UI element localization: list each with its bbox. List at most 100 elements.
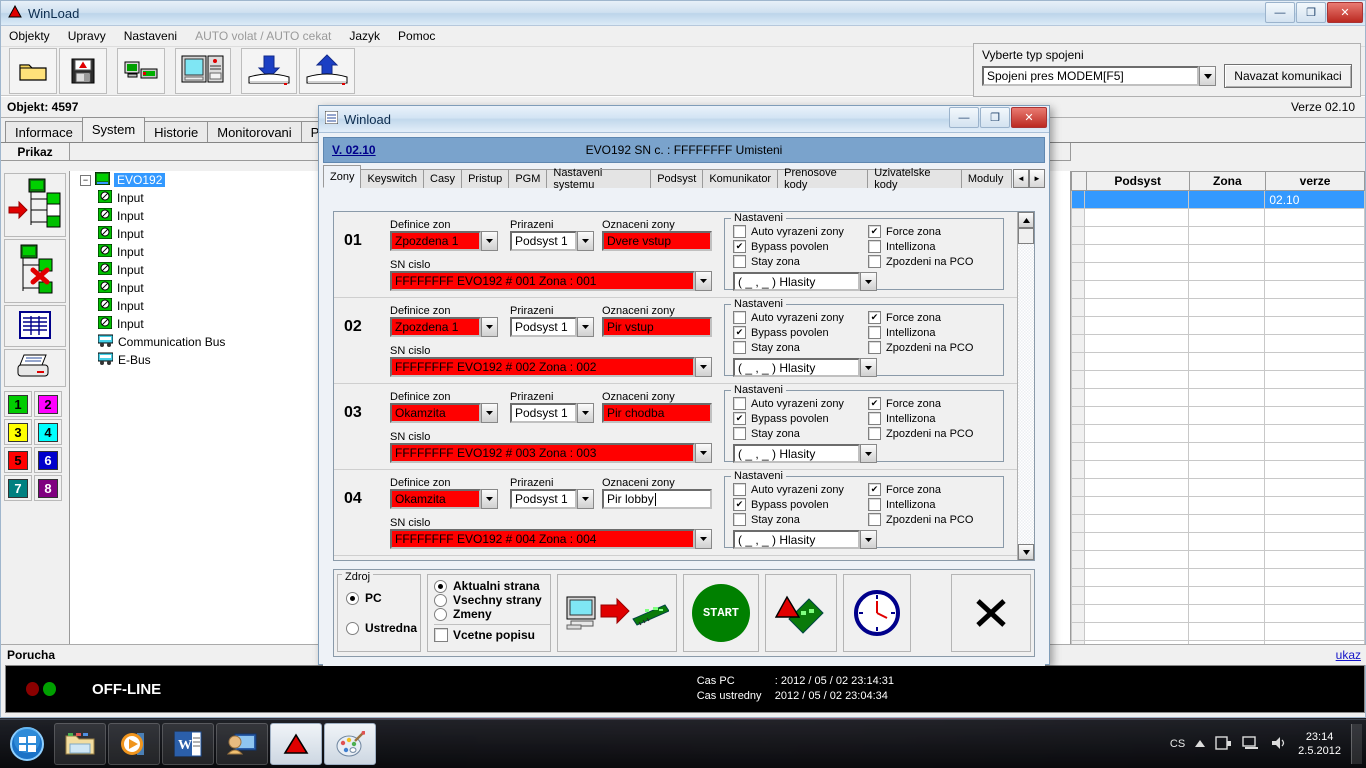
partition-button-6[interactable]: 6 [34,447,62,473]
partition-button-8[interactable]: 8 [34,475,62,501]
table-row[interactable]: 02.10 [1071,191,1365,209]
prirazeni-value[interactable]: Podsyst 1 [510,489,577,509]
bypass-povolen-row[interactable]: ✔ Bypass povolen [733,326,868,339]
scope-option-aktualni[interactable]: Aktualni strana [434,579,550,593]
chevron-down-icon[interactable] [860,530,877,549]
dialog-maximize-button[interactable]: ❐ [980,107,1010,128]
checkbox-stay-zona[interactable] [733,427,746,440]
chevron-down-icon[interactable] [860,358,877,377]
start-circle[interactable]: START [692,584,750,642]
oznaceni-input[interactable]: Pir lobby [602,489,712,509]
table-row[interactable] [1071,281,1365,299]
show-link[interactable]: ukaz [1336,648,1361,662]
checkbox-zpozdeni-na-pco[interactable] [868,427,881,440]
table-row[interactable] [1071,497,1365,515]
table-row[interactable] [1071,227,1365,245]
prirazeni-combo[interactable]: Podsyst 1 [510,231,594,251]
table-row[interactable] [1071,569,1365,587]
chevron-down-icon[interactable] [1199,66,1216,86]
taskbar-clock[interactable]: 23:14 2.5.2012 [1298,730,1341,758]
table-row[interactable] [1071,461,1365,479]
device-grid[interactable]: Podsyst Zona verze 02.10 [1071,149,1366,659]
chevron-down-icon[interactable] [695,271,712,291]
language-indicator[interactable]: CS [1170,738,1185,750]
show-desktop-button[interactable] [1351,724,1362,764]
scroll-down-button[interactable] [1018,544,1034,560]
zdroj-option-pc[interactable]: PC [346,591,420,605]
table-row[interactable] [1071,407,1365,425]
checkbox-bypass-povolen[interactable]: ✔ [733,412,746,425]
prirazeni-combo[interactable]: Podsyst 1 [510,403,594,423]
stay-zona-row[interactable]: Stay zona [733,427,868,440]
close-button[interactable]: ✕ [1327,2,1363,23]
table-row[interactable] [1071,515,1365,533]
hlasity-value[interactable]: ( _ , _ ) Hlasity [733,444,860,463]
chevron-down-icon[interactable] [695,443,712,463]
tab-zony[interactable]: Zony [323,165,362,188]
table-row[interactable] [1071,587,1365,605]
checkbox-force-zona[interactable]: ✔ [868,225,881,238]
menu-item-nastaveni[interactable]: Nastaveni [124,29,177,43]
menu-item-jazyk[interactable]: Jazyk [349,29,380,43]
tab-casy[interactable]: Casy [423,169,463,188]
oznaceni-input[interactable]: Pir vstup [602,317,712,337]
bypass-povolen-row[interactable]: ✔ Bypass povolen [733,240,868,253]
radio-ustredna[interactable] [346,621,359,635]
zpozdeni-na-pco-row[interactable]: Zpozdeni na PCO [868,427,1003,440]
sn-combo[interactable]: FFFFFFFF EVO192 # 001 Zona : 001 [390,271,712,291]
partition-button-1[interactable]: 1 [4,391,32,417]
hlasity-combo[interactable]: ( _ , _ ) Hlasity [733,530,877,549]
checkbox-auto-vyrazeni-zony[interactable] [733,311,746,324]
definice-value[interactable]: Zpozdena 1 [390,317,481,337]
table-row[interactable] [1071,353,1365,371]
checkbox-intellizona[interactable] [868,412,881,425]
download-to-panel-button[interactable] [241,48,297,94]
sn-value[interactable]: FFFFFFFF EVO192 # 003 Zona : 003 [390,443,695,463]
tab-historie[interactable]: Historie [144,121,209,142]
oznaceni-input[interactable]: Pir chodba [602,403,712,423]
tab-scroll-left-button[interactable]: ◄ [1013,169,1030,188]
scroll-up-button[interactable] [1018,212,1034,228]
table-row[interactable] [1071,623,1365,641]
table-row[interactable] [1071,605,1365,623]
panel-board-button[interactable] [765,574,837,652]
sn-combo[interactable]: FFFFFFFF EVO192 # 002 Zona : 002 [390,357,712,377]
tab-moduly[interactable]: Moduly [960,169,1013,188]
force-zona-row[interactable]: ✔ Force zona [868,397,1003,410]
scope-option-vsechny[interactable]: Vsechny strany [434,593,550,607]
hlasity-value[interactable]: ( _ , _ ) Hlasity [733,530,860,549]
definice-value[interactable]: Okamzita [390,489,481,509]
chevron-down-icon[interactable] [860,444,877,463]
scope-option-zmeny[interactable]: Zmeny [434,607,550,621]
checkbox-auto-vyrazeni-zony[interactable] [733,483,746,496]
chevron-down-icon[interactable] [695,357,712,377]
partition-button-4[interactable]: 4 [34,419,62,445]
taskbar-remote-assist-button[interactable] [216,723,268,765]
checkbox-bypass-povolen[interactable]: ✔ [733,498,746,511]
tab-scroll-right-button[interactable]: ► [1029,169,1046,188]
save-diskette-button[interactable] [59,48,107,94]
view-tree-add-button[interactable] [4,173,66,237]
table-row[interactable] [1071,443,1365,461]
radio-vsechny-strany[interactable] [434,593,447,607]
checkbox-force-zona[interactable]: ✔ [868,483,881,496]
chevron-down-icon[interactable] [695,529,712,549]
view-tree-remove-button[interactable] [4,239,66,303]
dialog-minimize-button[interactable]: — [949,107,979,128]
definice-combo[interactable]: Zpozdena 1 [390,317,498,337]
oznaceni-input[interactable]: Dvere vstup [602,231,712,251]
table-row[interactable] [1071,209,1365,227]
checkbox-intellizona[interactable] [868,240,881,253]
upload-from-panel-button[interactable] [299,48,355,94]
checkbox-bypass-povolen[interactable]: ✔ [733,240,746,253]
partition-button-3[interactable]: 3 [4,419,32,445]
partition-button-5[interactable]: 5 [4,447,32,473]
checkbox-stay-zona[interactable] [733,513,746,526]
bypass-povolen-row[interactable]: ✔ Bypass povolen [733,412,868,425]
partition-button-7[interactable]: 7 [4,475,32,501]
sn-combo[interactable]: FFFFFFFF EVO192 # 004 Zona : 004 [390,529,712,549]
chevron-down-icon[interactable] [481,489,498,509]
definice-combo[interactable]: Zpozdena 1 [390,231,498,251]
hlasity-value[interactable]: ( _ , _ ) Hlasity [733,272,860,291]
radio-aktualni-strana[interactable] [434,579,447,593]
